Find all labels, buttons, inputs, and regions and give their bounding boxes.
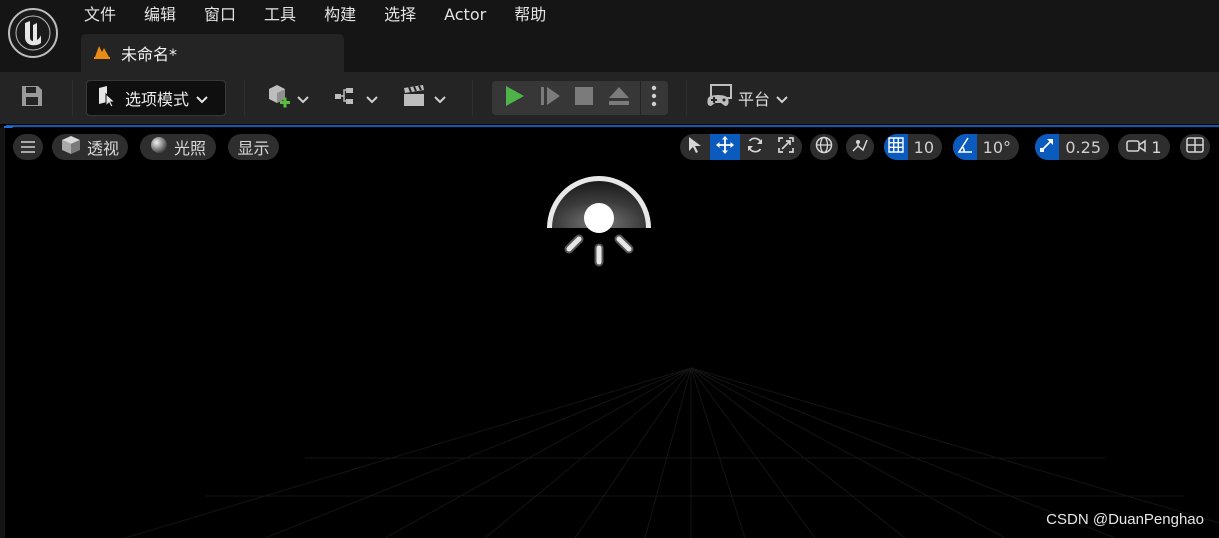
lit-sphere-icon	[150, 136, 168, 158]
add-content-button[interactable]	[262, 82, 312, 114]
stop-icon	[574, 86, 594, 110]
coordinate-system-button[interactable]	[810, 134, 838, 160]
mode-label: 选项模式	[125, 90, 190, 109]
skip-forward-icon	[539, 85, 561, 111]
viewport-layout-button[interactable]	[1180, 134, 1210, 160]
select-tool-button[interactable]	[680, 134, 710, 160]
menu-select[interactable]: 选择	[370, 4, 430, 28]
lighting-label: 光照	[173, 139, 206, 158]
cinematics-button[interactable]	[400, 82, 448, 114]
blueprint-button[interactable]	[332, 82, 380, 114]
angle-icon	[957, 137, 973, 157]
scale-icon	[777, 136, 795, 158]
chevron-down-icon	[434, 89, 446, 108]
move-arrows-icon	[716, 136, 734, 158]
rotation-snap-group[interactable]: 10°	[953, 134, 1019, 160]
step-button[interactable]	[534, 82, 566, 114]
select-mode-icon	[96, 85, 118, 111]
level-tab-label: 未命名*	[121, 45, 178, 64]
menu-actor[interactable]: Actor	[430, 4, 500, 28]
level-viewport[interactable]: 透视 光照 显示 10 10° 0.25 1 CSDN @DuanPenghao	[5, 128, 1219, 538]
rotation-snap-value: 10°	[982, 137, 1011, 157]
surface-snapping-button[interactable]	[846, 134, 874, 160]
surface-snap-icon	[850, 136, 870, 158]
scale-snap-toggle[interactable]	[1035, 134, 1060, 160]
gamepad-monitor-icon	[706, 84, 734, 112]
camera-speed-button[interactable]: 1	[1118, 134, 1170, 160]
menu-help[interactable]: 帮助	[500, 4, 560, 28]
hamburger-menu-icon	[21, 138, 35, 157]
cursor-arrow-icon	[688, 136, 702, 158]
viewport-menu-button[interactable]	[13, 134, 43, 160]
eject-icon	[608, 86, 630, 110]
scale-arrow-icon	[1039, 137, 1055, 157]
clapperboard-icon	[402, 85, 428, 111]
stop-button[interactable]	[568, 82, 600, 114]
scale-tool-button[interactable]	[770, 134, 802, 160]
globe-icon	[815, 136, 833, 158]
title-bar: 文件 编辑 窗口 工具 构建 选择 Actor 帮助 未命名*	[0, 0, 1219, 72]
watermark: CSDN @DuanPenghao	[1046, 511, 1204, 528]
blueprint-icon	[334, 86, 360, 110]
play-controls	[492, 81, 668, 115]
rotation-snap-toggle[interactable]	[953, 134, 977, 160]
mode-dropdown[interactable]: 选项模式	[86, 80, 226, 116]
play-button[interactable]	[498, 82, 530, 114]
lighting-mode-button[interactable]: 光照	[140, 134, 216, 160]
cube-icon	[61, 135, 81, 159]
rotate-tool-button[interactable]	[740, 134, 770, 160]
grid-snap-value: 10	[913, 137, 934, 157]
show-label: 显示	[237, 139, 270, 158]
main-menu: 文件 编辑 窗口 工具 构建 选择 Actor 帮助	[70, 4, 560, 28]
toolbar-separator	[244, 80, 245, 116]
menu-file[interactable]: 文件	[70, 4, 130, 28]
camera-speed-value: 1	[1151, 137, 1162, 157]
chevron-down-icon	[776, 89, 788, 108]
play-options-button[interactable]	[642, 82, 666, 114]
toolbar-separator	[72, 80, 73, 116]
show-flags-button[interactable]: 显示	[228, 134, 279, 160]
menu-build[interactable]: 构建	[310, 4, 370, 28]
menu-edit[interactable]: 编辑	[130, 4, 190, 28]
save-icon	[20, 84, 44, 112]
transform-tools-group	[680, 134, 802, 160]
perspective-label: 透视	[86, 139, 119, 158]
chevron-down-icon	[196, 89, 208, 108]
grid-icon	[888, 137, 904, 157]
more-vertical-icon	[651, 85, 657, 111]
unreal-logo-icon[interactable]	[8, 8, 58, 58]
perspective-button[interactable]: 透视	[52, 134, 128, 160]
level-icon	[93, 43, 111, 63]
light-source-icon[interactable]	[543, 166, 655, 282]
toolbar-separator	[472, 80, 473, 116]
toolbar-separator	[686, 80, 687, 116]
add-actor-icon	[265, 83, 291, 113]
play-icon	[503, 85, 525, 111]
video-camera-icon	[1126, 138, 1147, 157]
menu-tools[interactable]: 工具	[250, 4, 310, 28]
platforms-button[interactable]: 平台	[704, 82, 790, 114]
scale-snap-value: 0.25	[1065, 137, 1101, 157]
eject-button[interactable]	[603, 82, 635, 114]
menu-window[interactable]: 窗口	[190, 4, 250, 28]
level-tab[interactable]: 未命名*	[81, 34, 344, 72]
grid-snap-toggle[interactable]	[884, 134, 908, 160]
play-group-divider	[640, 81, 641, 115]
grid-snap-group[interactable]: 10	[884, 134, 942, 160]
chevron-down-icon	[297, 89, 309, 108]
rotate-icon	[746, 136, 764, 158]
scale-snap-group[interactable]: 0.25	[1035, 134, 1109, 160]
layout-grid-icon	[1186, 137, 1204, 157]
chevron-down-icon	[366, 89, 378, 108]
platform-label: 平台	[737, 90, 770, 109]
translate-tool-button[interactable]	[710, 134, 740, 160]
save-button[interactable]	[18, 84, 46, 112]
